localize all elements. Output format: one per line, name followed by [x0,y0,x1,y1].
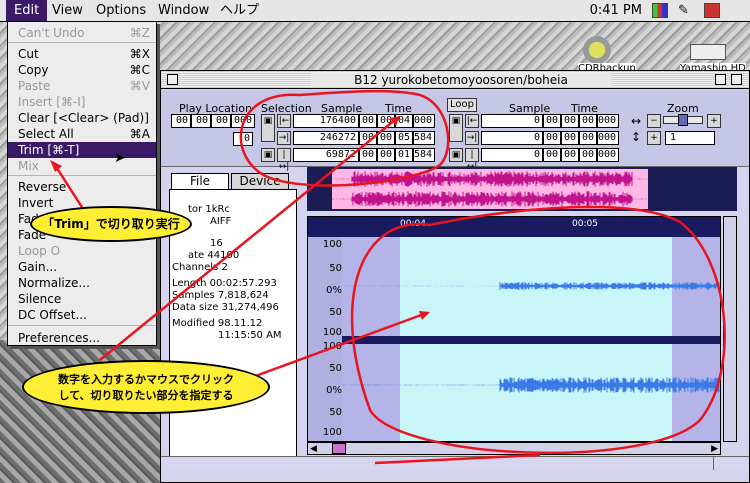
annotation-arrow [249,312,425,380]
annotation-circle-selection [239,89,450,187]
selection-callout: 数字を入力するかマウスでクリック して、切り取りたい部分を指定する [22,360,270,414]
annotation-arrowhead [419,311,430,320]
annotation-line [374,453,541,465]
annotation-circle-waveform [350,205,726,455]
annotation-arrowhead [50,160,62,172]
callout-line: して、切り取りたい部分を指定する [58,389,234,402]
annotation-arrow [53,164,87,213]
callout-line: 数字を入力するかマウスでクリック [58,373,234,386]
annotation-arrowhead [390,116,400,126]
trim-callout: 「Trim」で切り取り実行 [30,206,192,242]
